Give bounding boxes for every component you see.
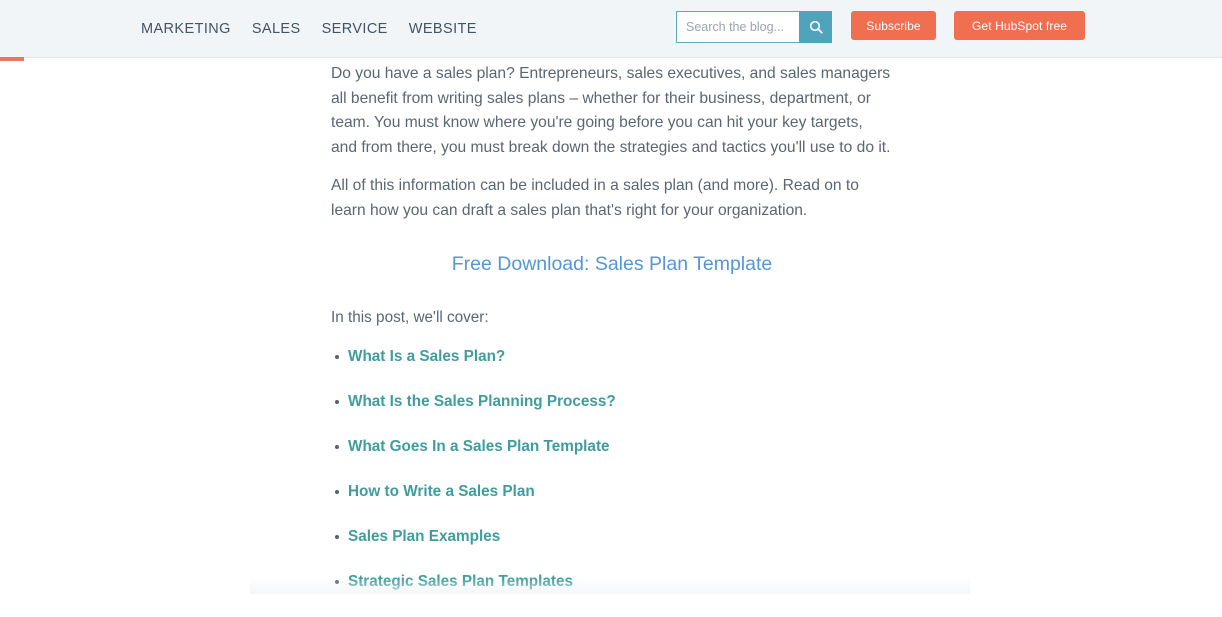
site-header: MARKETING SALES SERVICE WEBSITE Subscrib… bbox=[0, 0, 1222, 58]
header-inner: MARKETING SALES SERVICE WEBSITE Subscrib… bbox=[0, 0, 1222, 57]
toc-link-sales-plan-examples[interactable]: Sales Plan Examples bbox=[348, 528, 500, 545]
get-hubspot-free-button[interactable]: Get HubSpot free bbox=[954, 11, 1085, 40]
nav-item-marketing[interactable]: MARKETING bbox=[141, 21, 231, 37]
in-this-post-lead: In this post, we'll cover: bbox=[331, 309, 489, 326]
search-icon bbox=[809, 20, 823, 34]
intro-paragraph-1: Do you have a sales plan? Entrepreneurs,… bbox=[331, 65, 891, 156]
article-body: Do you have a sales plan? Entrepreneurs,… bbox=[331, 62, 893, 617]
reading-progress-fill bbox=[0, 57, 25, 61]
list-item: How to Write a Sales Plan bbox=[331, 482, 893, 502]
nav-item-service[interactable]: SERVICE bbox=[322, 21, 388, 37]
toc-link-how-to-write-a-sales-plan[interactable]: How to Write a Sales Plan bbox=[348, 483, 535, 500]
list-item: What Is the Sales Planning Process? bbox=[331, 392, 893, 412]
blog-search bbox=[676, 11, 832, 43]
subscribe-button[interactable]: Subscribe bbox=[851, 11, 936, 40]
list-item: Strategic Sales Plan Templates bbox=[331, 572, 893, 592]
table-of-contents: What Is a Sales Plan? What Is the Sales … bbox=[331, 347, 893, 592]
toc-link-strategic-sales-plan-templates[interactable]: Strategic Sales Plan Templates bbox=[348, 573, 573, 590]
nav-item-sales[interactable]: SALES bbox=[252, 21, 301, 37]
toc-link-what-is-a-sales-plan[interactable]: What Is a Sales Plan? bbox=[348, 348, 505, 365]
free-download-heading: Free Download: Sales Plan Template bbox=[331, 251, 893, 277]
reading-progress-bar bbox=[0, 57, 1222, 61]
list-item: Sales Plan Examples bbox=[331, 527, 893, 547]
list-item: What Is a Sales Plan? bbox=[331, 347, 893, 367]
intro-paragraph-2: All of this information can be included … bbox=[331, 177, 859, 219]
search-input[interactable] bbox=[676, 11, 799, 43]
list-item: What Goes In a Sales Plan Template bbox=[331, 437, 893, 457]
main-nav: MARKETING SALES SERVICE WEBSITE bbox=[141, 0, 477, 58]
nav-item-website[interactable]: WEBSITE bbox=[409, 21, 477, 37]
search-button[interactable] bbox=[799, 11, 832, 43]
toc-link-sales-planning-process[interactable]: What Is the Sales Planning Process? bbox=[348, 393, 616, 410]
toc-link-what-goes-in-a-sales-plan-template[interactable]: What Goes In a Sales Plan Template bbox=[348, 438, 610, 455]
free-download-link[interactable]: Free Download: Sales Plan Template bbox=[452, 253, 772, 275]
